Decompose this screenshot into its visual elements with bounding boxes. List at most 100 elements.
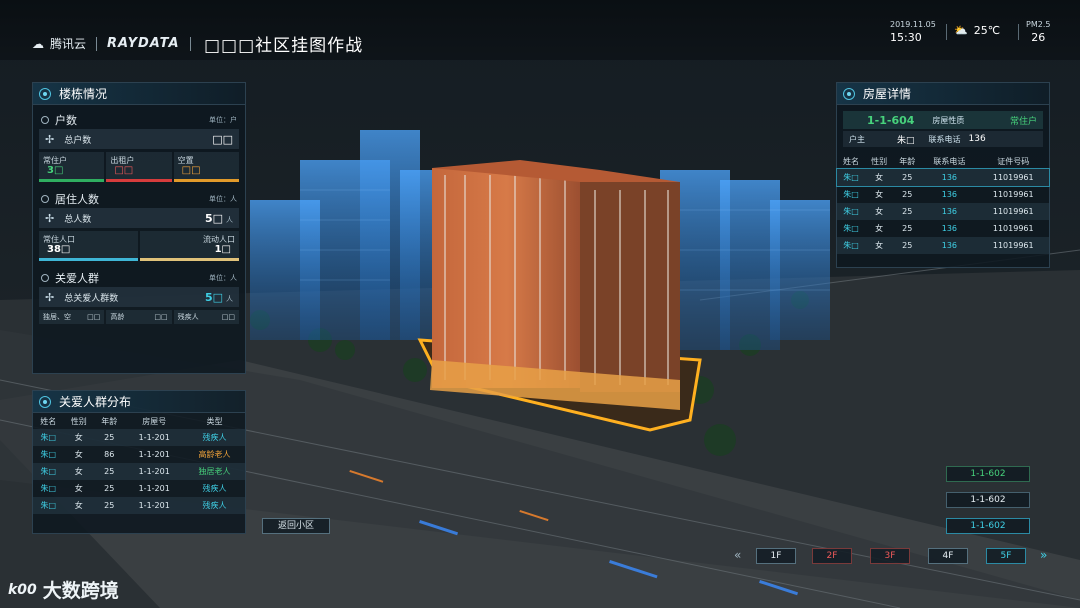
panel-dot-icon [39, 395, 51, 408]
fan-icon: ✢ [45, 132, 55, 146]
date-text: 2019.11.05 [890, 20, 936, 29]
table-row[interactable]: 朱□ 女 25 136 11019961 [837, 220, 1049, 237]
cell: 残疾人 [202, 484, 227, 493]
occupant-table: 姓名 性别 年龄 联系电话 证件号码 朱□ 女 25 136 11019961 朱□ 女 2… [836, 153, 1050, 254]
cell: 86 [104, 450, 115, 459]
cell: 1-1-201 [124, 463, 184, 480]
section-circle-icon [41, 116, 49, 124]
watermark-logo: k00 [8, 581, 37, 598]
floor-button-3f[interactable]: 3F [870, 548, 910, 564]
brand: ☁ 腾讯云 RAYDATA [32, 35, 195, 52]
cell: 朱□ [33, 463, 64, 480]
table-row[interactable]: 朱□ 女 25 136 11019961 [837, 186, 1049, 203]
households-label: 户数 [55, 114, 77, 127]
cell: 25 [902, 190, 913, 199]
cell: 女 [875, 224, 884, 233]
care-unit: 单位：人 [209, 274, 237, 282]
header-divider [1018, 24, 1019, 40]
watermark: k00 大数跨境 [8, 576, 119, 603]
table-row[interactable]: 朱□ 女 25 1-1-201 残疾人 [33, 480, 245, 497]
room-number: 1-1-604 [867, 113, 915, 127]
column-header: 姓名 [843, 156, 860, 166]
room-button[interactable]: 1-1-602 [946, 466, 1030, 482]
page-title: □□□社区挂图作战 [204, 36, 364, 56]
rent-label: 出租户 [110, 156, 135, 165]
cell: 25 [893, 237, 922, 254]
cell: 朱□ [33, 497, 64, 514]
total-residents-box: ✢ 总人数 5□ 人 [39, 208, 239, 228]
residents-unit: 单位：人 [209, 195, 237, 203]
household-breakdown: 常住户 3□ 出租户 □□ 空置 □□ [39, 152, 239, 182]
cell: 朱□ [40, 450, 57, 459]
chevron-right-icon[interactable]: » [1040, 548, 1047, 562]
column-header: 证件号码 [997, 156, 1030, 166]
column-header: 类型 [206, 416, 223, 426]
permanent-residents[interactable]: 常住人口 38□ [39, 231, 138, 261]
cell: 136 [941, 224, 958, 233]
cell: 朱□ [33, 429, 64, 446]
vacant-households[interactable]: 空置 □□ [173, 152, 239, 182]
cell: 女 [865, 237, 894, 254]
back-to-community-button[interactable]: 返回小区 [262, 518, 330, 534]
care-distribution-panel: 关爱人群分布 姓名 性别 年龄 房屋号 类型 朱□ 女 25 1-1-201 残疾人 朱… [32, 390, 246, 534]
cell: 朱□ [837, 169, 866, 186]
chevron-left-icon[interactable]: « [734, 548, 741, 562]
total-care-value: 5□ [204, 290, 223, 304]
air-quality: PM2.5 26 [1026, 20, 1050, 44]
disabled-people[interactable]: 残疾人 □□ [173, 310, 239, 324]
building-panel: 楼栋情况 户数 单位：户 ✢ 总户数 □□ 常住户 3□ 出租户 □□ 空置 □□ 居… [32, 82, 246, 374]
cell: 11019961 [992, 190, 1034, 199]
floor-button-2f[interactable]: 2F [812, 548, 852, 564]
alone-elderly[interactable]: 独居、空 □□ [39, 310, 105, 324]
alone-label: 独居、空 [43, 313, 71, 321]
table-row[interactable]: 朱□ 女 86 1-1-201 高龄老人 [33, 446, 245, 463]
table-row[interactable]: 朱□ 女 25 1-1-201 独居老人 [33, 463, 245, 480]
resident-households[interactable]: 常住户 3□ [39, 152, 105, 182]
cell: 25 [93, 463, 125, 480]
brand-raydata-label: RAYDATA [107, 36, 180, 51]
table-row[interactable]: 朱□ 女 25 136 11019961 [837, 203, 1049, 220]
floating-residents[interactable]: 流动人口 1□ [140, 231, 239, 261]
brand-cloud-label: 腾讯云 [50, 37, 87, 51]
owner-info-bar: 户主 朱□ 联系电话 136 [843, 131, 1043, 147]
section-circle-icon [41, 274, 49, 282]
table-row[interactable]: 朱□ 女 25 136 11019961 [837, 237, 1049, 254]
alone-value: □□ [87, 313, 101, 321]
cell: 11019961 [992, 224, 1034, 233]
table-row[interactable]: 朱□ 女 25 1-1-201 残疾人 [33, 497, 245, 514]
floor-button-4f[interactable]: 4F [928, 548, 968, 564]
table-header-row: 姓名 性别 年龄 联系电话 证件号码 [837, 153, 1049, 169]
resident-bar [39, 179, 105, 182]
total-households-value: □□ [212, 132, 233, 146]
table-row[interactable]: 朱□ 女 25 1-1-201 残疾人 [33, 429, 245, 446]
panel-header: 楼栋情况 [33, 83, 245, 105]
cell: 残疾人 [183, 497, 245, 514]
floor-button-1f[interactable]: 1F [756, 548, 796, 564]
room-button[interactable]: 1-1-602 [946, 492, 1030, 508]
panel-title: 关爱人群分布 [59, 395, 132, 409]
temperature-text: 25℃ [973, 24, 1001, 37]
section-circle-icon [41, 195, 49, 203]
aged-elderly[interactable]: 高龄 □□ [106, 310, 172, 324]
top-bar: ☁ 腾讯云 RAYDATA □□□社区挂图作战 2019.11.05 15:30… [0, 0, 1080, 60]
cell: 136 [921, 237, 978, 254]
fan-icon: ✢ [45, 290, 55, 304]
date-time: 2019.11.05 15:30 [890, 20, 936, 44]
room-button[interactable]: 1-1-602 [946, 518, 1030, 534]
floor-button-5f[interactable]: 5F [986, 548, 1026, 564]
rented-households[interactable]: 出租户 □□ [106, 152, 172, 182]
column-header: 年龄 [899, 156, 916, 166]
resident-label: 常住户 [43, 156, 67, 165]
cell: 11019961 [977, 203, 1049, 220]
cell: 136 [921, 169, 978, 186]
panel-title: 楼栋情况 [59, 87, 108, 101]
care-table: 姓名 性别 年龄 房屋号 类型 朱□ 女 25 1-1-201 残疾人 朱□ 女 86 1-1… [33, 413, 245, 514]
table-row[interactable]: 朱□ 女 25 136 11019961 [836, 168, 1050, 187]
disabled-value: □□ [221, 313, 235, 321]
households-unit: 单位：户 [209, 116, 237, 124]
nature-value: 常住户 [1009, 116, 1037, 127]
fan-icon: ✢ [45, 211, 55, 225]
rent-bar [106, 179, 172, 182]
float-value: 1□ [214, 244, 231, 255]
watermark-text: 大数跨境 [42, 580, 119, 602]
